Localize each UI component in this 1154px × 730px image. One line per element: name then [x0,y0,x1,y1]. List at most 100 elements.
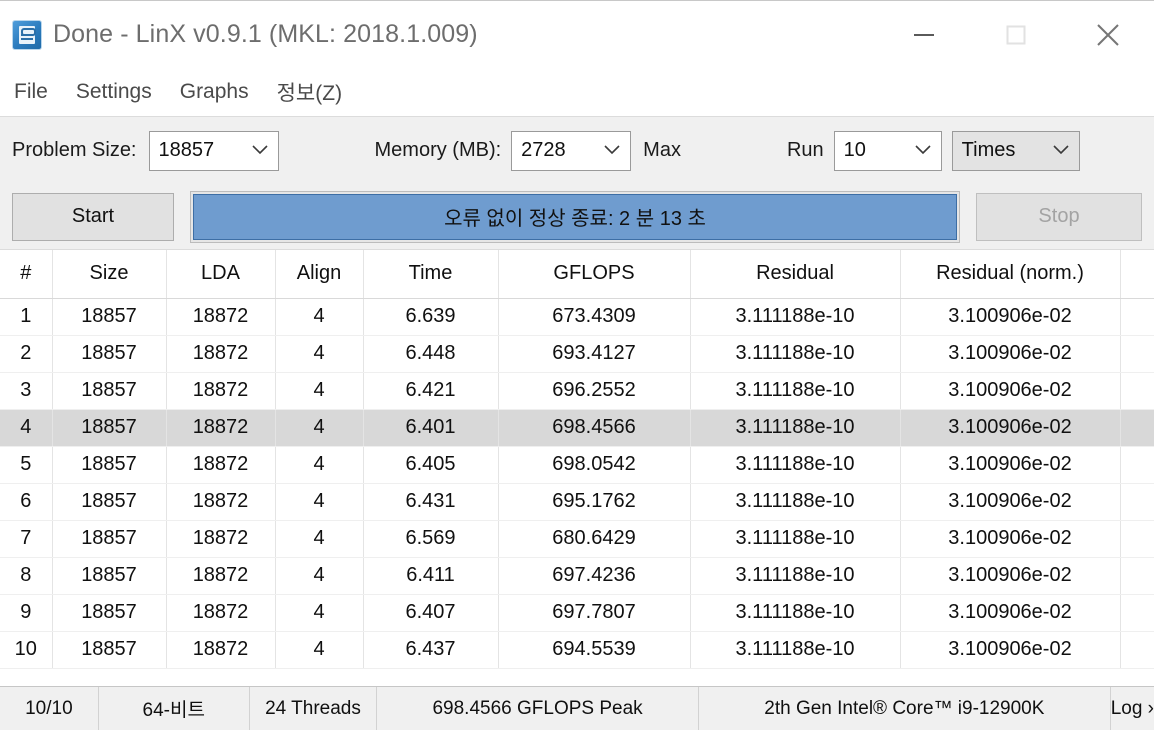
cell-align: 4 [275,520,364,558]
cell-residual-norm: 3.100906e-02 [900,372,1121,410]
column-header-index[interactable]: # [0,250,53,299]
table-row[interactable]: 2 18857 18872 4 6.448 693.4127 3.111188e-10 3.1… [0,335,1154,373]
column-header-lda[interactable]: LDA [166,250,276,299]
run-mode-combobox[interactable]: Times [951,130,1080,171]
cell-index: 10 [0,631,53,669]
cell-lda: 18872 [166,557,276,595]
cell-residual: 3.111188e-10 [690,557,901,595]
status-bar: 10/10 64-비트 24 Threads 698.4566 GFLOPS P… [0,686,1154,730]
max-label: Max [643,139,681,161]
cell-align: 4 [275,409,364,447]
cell-lda: 18872 [166,372,276,410]
cell-index: 6 [0,483,53,521]
chevron-down-icon [1053,142,1069,160]
cell-residual: 3.111188e-10 [690,409,901,447]
memory-combobox[interactable]: 2728 [511,130,632,171]
cell-residual: 3.111188e-10 [690,594,901,632]
status-runs: 10/10 [0,687,99,730]
column-header-time[interactable]: Time [363,250,499,299]
cell-align: 4 [275,446,364,484]
run-count-combobox[interactable]: 10 [833,130,942,171]
cell-filler [1120,631,1154,669]
stop-button[interactable]: Stop [976,192,1142,241]
menu-bar: File Settings Graphs 정보(Z) [0,68,1154,116]
cell-size: 18857 [52,335,167,373]
table-row[interactable]: 1 18857 18872 4 6.639 673.4309 3.111188e-10 3.1… [0,298,1154,336]
start-button[interactable]: Start [12,192,174,241]
maximize-button[interactable] [970,1,1062,68]
cell-lda: 18872 [166,594,276,632]
cell-size: 18857 [52,446,167,484]
cell-time: 6.431 [363,483,499,521]
menu-item-graphs[interactable]: Graphs [180,80,249,104]
cell-align: 4 [275,631,364,669]
menu-item-settings[interactable]: Settings [76,80,152,104]
progress-bar-fill: 오류 없이 정상 종료: 2 분 13 초 [193,193,957,240]
run-mode-value: Times [961,139,1016,161]
cell-residual: 3.111188e-10 [690,520,901,558]
column-header-gflops[interactable]: GFLOPS [498,250,691,299]
cell-gflops: 697.4236 [498,557,691,595]
table-row[interactable]: 10 18857 18872 4 6.437 694.5539 3.111188e-10 3.… [0,631,1154,669]
problem-size-value: 18857 [158,139,215,161]
menu-item-info[interactable]: 정보(Z) [277,77,342,107]
table-row[interactable]: 7 18857 18872 4 6.569 680.6429 3.111188e-10 3.1… [0,520,1154,558]
cell-index: 1 [0,298,53,336]
cell-time: 6.401 [363,409,499,447]
cell-filler [1120,520,1154,558]
column-header-align[interactable]: Align [275,250,364,299]
minimize-button[interactable] [878,1,970,68]
cell-size: 18857 [52,557,167,595]
cell-filler [1120,335,1154,373]
cell-time: 6.405 [363,446,499,484]
table-row[interactable]: 6 18857 18872 4 6.431 695.1762 3.111188e-10 3.1… [0,483,1154,521]
cell-time: 6.407 [363,594,499,632]
column-header-residual[interactable]: Residual [690,250,901,299]
memory-value: 2728 [521,139,566,161]
window-title: Done - LinX v0.9.1 (MKL: 2018.1.009) [53,20,478,48]
cell-lda: 18872 [166,335,276,373]
cell-gflops: 698.4566 [498,409,691,447]
cell-align: 4 [275,335,364,373]
results-table: # Size LDA Align Time GFLOPS Residual Re… [0,250,1154,669]
cell-time: 6.437 [363,631,499,669]
cell-index: 2 [0,335,53,373]
status-log-link[interactable]: Log › [1111,687,1154,730]
status-bitness: 64-비트 [99,687,250,730]
table-row[interactable]: 4 18857 18872 4 6.401 698.4566 3.111188e-10 3.1… [0,409,1154,447]
cell-time: 6.639 [363,298,499,336]
cell-size: 18857 [52,298,167,336]
cell-filler [1120,446,1154,484]
cell-residual-norm: 3.100906e-02 [900,557,1121,595]
column-header-residual-norm[interactable]: Residual (norm.) [900,250,1121,299]
cell-lda: 18872 [166,520,276,558]
cell-residual: 3.111188e-10 [690,298,901,336]
table-row[interactable]: 8 18857 18872 4 6.411 697.4236 3.111188e-10 3.1… [0,557,1154,595]
window-controls [878,1,1154,68]
cell-align: 4 [275,372,364,410]
table-row[interactable]: 9 18857 18872 4 6.407 697.7807 3.111188e-10 3.1… [0,594,1154,632]
table-row[interactable]: 3 18857 18872 4 6.421 696.2552 3.111188e-10 3.1… [0,372,1154,410]
table-row[interactable]: 5 18857 18872 4 6.405 698.0542 3.111188e-10 3.1… [0,446,1154,484]
column-header-size[interactable]: Size [52,250,167,299]
cell-lda: 18872 [166,298,276,336]
cell-residual-norm: 3.100906e-02 [900,594,1121,632]
cell-filler [1120,372,1154,410]
parameters-toolbar: Problem Size: 18857 Memory (MB): 2728 Ma… [0,116,1154,184]
cell-residual: 3.111188e-10 [690,446,901,484]
menu-item-file[interactable]: File [14,80,48,104]
results-table-container[interactable]: # Size LDA Align Time GFLOPS Residual Re… [0,249,1154,686]
minimize-icon [913,29,935,41]
cell-residual-norm: 3.100906e-02 [900,483,1121,521]
cell-time: 6.448 [363,335,499,373]
cell-lda: 18872 [166,409,276,447]
cell-gflops: 696.2552 [498,372,691,410]
problem-size-combobox[interactable]: 18857 [148,130,279,171]
chevron-down-icon [915,142,931,160]
cell-align: 4 [275,298,364,336]
close-button[interactable] [1062,1,1154,68]
column-header-filler [1120,250,1154,299]
cell-residual-norm: 3.100906e-02 [900,446,1121,484]
cell-filler [1120,594,1154,632]
cell-filler [1120,557,1154,595]
